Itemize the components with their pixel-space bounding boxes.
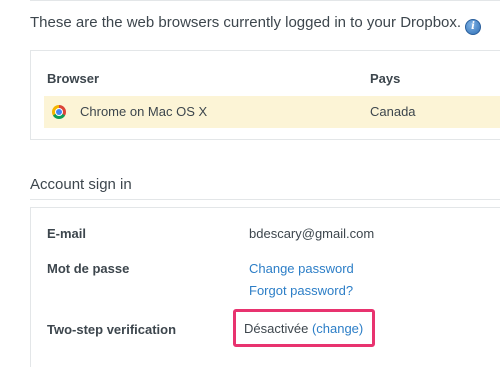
section-divider — [30, 199, 500, 200]
browsers-intro-text: These are the web browsers currently log… — [30, 14, 462, 31]
annotation-highlight-box — [233, 309, 375, 347]
column-header-country: Pays — [370, 71, 401, 86]
forgot-password-link[interactable]: Forgot password? — [249, 283, 353, 298]
browsers-table: Browser Pays Chrome on Mac OS X Canada — [30, 50, 500, 140]
change-password-link[interactable]: Change password — [249, 261, 354, 276]
account-signin-panel: E-mail bdescary@gmail.com Mot de passe C… — [30, 207, 500, 367]
column-header-browser: Browser — [47, 71, 100, 86]
account-signin-title: Account sign in — [30, 176, 132, 193]
browser-country: Canada — [370, 104, 416, 119]
info-icon[interactable]: i — [465, 19, 482, 35]
top-divider — [30, 0, 500, 1]
browsers-intro: These are the web browsers currently log… — [30, 14, 482, 35]
chrome-icon — [52, 105, 66, 119]
email-label: E-mail — [47, 226, 87, 241]
password-label: Mot de passe — [47, 261, 130, 276]
table-row: Chrome on Mac OS X Canada — [44, 96, 500, 128]
email-value: bdescary@gmail.com — [249, 226, 375, 241]
two-step-label: Two-step verification — [47, 322, 177, 337]
browser-name: Chrome on Mac OS X — [80, 104, 208, 119]
